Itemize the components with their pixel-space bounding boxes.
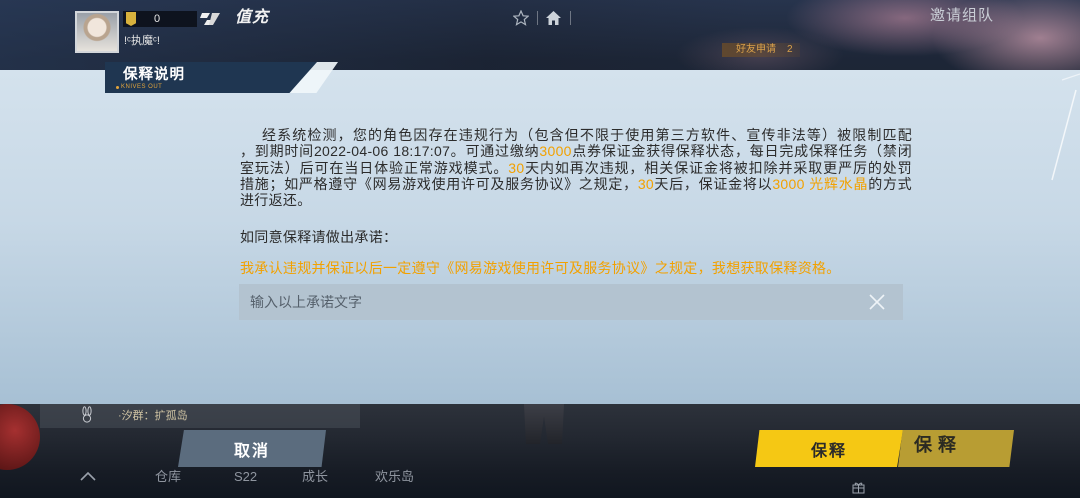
bail-notice-dialog [0, 70, 1080, 404]
notice-line: 经系统检测，您的角色因存在违规行为（包含但不限于使用第三方软件、宣传非法等）被限… [240, 127, 912, 143]
highlight-days: 30 [508, 159, 525, 176]
notice-text: 措施；如严格遵守《网易游戏使用许可及服务协议》之规定， [240, 175, 638, 192]
chevron-up-icon[interactable] [80, 471, 96, 481]
notice-line: 室玩法）后可在当日体验正常游戏模式。30天内如再次违规，相关保证金将被扣除并采取… [240, 160, 912, 176]
notice-text: 的方式 [868, 175, 912, 192]
pledge-prompt: 如同意保释请做出承诺： [240, 229, 398, 245]
player-name: !ᶜ执魔ᶜ! [124, 35, 160, 47]
notice-text: 经系统检测，您的角色因存在违规行为（包含但不限于使用第三方软件、宣传非法等）被限… [262, 127, 912, 143]
notice-text: 点券保证金获得保释状态，每日完成保释任务（禁闭 [571, 143, 912, 160]
home-icon[interactable] [545, 10, 562, 26]
highlight-refund: 3000 光辉水晶 [772, 175, 869, 192]
nav-item-growth[interactable]: 成长 [302, 468, 328, 486]
notice-line: ，到期时间2022-04-06 18:17:07。可通过缴纳3000点券保证金获… [240, 143, 912, 159]
separator [570, 11, 571, 25]
notice-text: 天内如再次违规，相关保证金将被扣除并采取更严厉的处罚 [524, 159, 912, 176]
invite-team-button[interactable]: 邀请组队 [930, 7, 994, 25]
diamond-icon[interactable] [199, 11, 221, 27]
nav-item-season[interactable]: S22 [234, 468, 257, 486]
gift-icon [852, 482, 865, 494]
recharge-button[interactable]: 值充 [235, 9, 269, 27]
brand-label: KNIVES OUT [121, 84, 163, 90]
nav-item-fun-island[interactable]: 欢乐岛 [375, 468, 414, 486]
notice-text: 进行返还。 [240, 192, 312, 209]
player-level: 0 [154, 13, 161, 25]
dialog-corner-decoration [1051, 73, 1080, 181]
friend-request-count: 2 [787, 44, 793, 55]
notice-text: 天后，保证金将以 [654, 175, 773, 192]
rabbit-icon [82, 406, 92, 423]
brand-dot [116, 86, 119, 89]
lobby-bail-label: 保释 [914, 435, 962, 455]
notice-body: 经系统检测，您的角色因存在违规行为（包含但不限于使用第三方软件、宣传非法等）被限… [240, 127, 912, 208]
notice-line: 进行返还。 [240, 192, 912, 208]
highlight-days: 30 [637, 175, 654, 192]
star-icon[interactable] [513, 10, 529, 26]
pledge-input[interactable] [239, 284, 903, 320]
notice-text: 室玩法）后可在当日体验正常游戏模式。 [240, 159, 509, 176]
bail-button[interactable]: 保释 [755, 430, 903, 467]
cancel-button[interactable]: 取消 [178, 430, 326, 467]
notice-line: 措施；如严格遵守《网易游戏使用许可及服务协议》之规定，30天后，保证金将以300… [240, 176, 912, 192]
nav-item-warehouse[interactable]: 仓库 [155, 468, 181, 486]
group-label: ·汐群：扩孤岛 [118, 410, 188, 422]
rank-icon [126, 12, 136, 26]
player-avatar[interactable] [75, 11, 119, 53]
pledge-text: 我承认违规并保证以后一定遵守《网易游戏使用许可及服务协议》之规定，我想获取保释资… [240, 260, 841, 276]
pledge-input-container [239, 284, 903, 320]
friend-request-label: 好友申请 [736, 44, 776, 55]
notice-text: ，到期时间2022-04-06 18:17:07。可通过缴纳 [240, 143, 540, 160]
highlight-amount: 3000 [539, 143, 572, 160]
dialog-title: 保释说明 [123, 67, 185, 83]
close-icon[interactable] [868, 293, 886, 311]
separator [537, 11, 538, 25]
